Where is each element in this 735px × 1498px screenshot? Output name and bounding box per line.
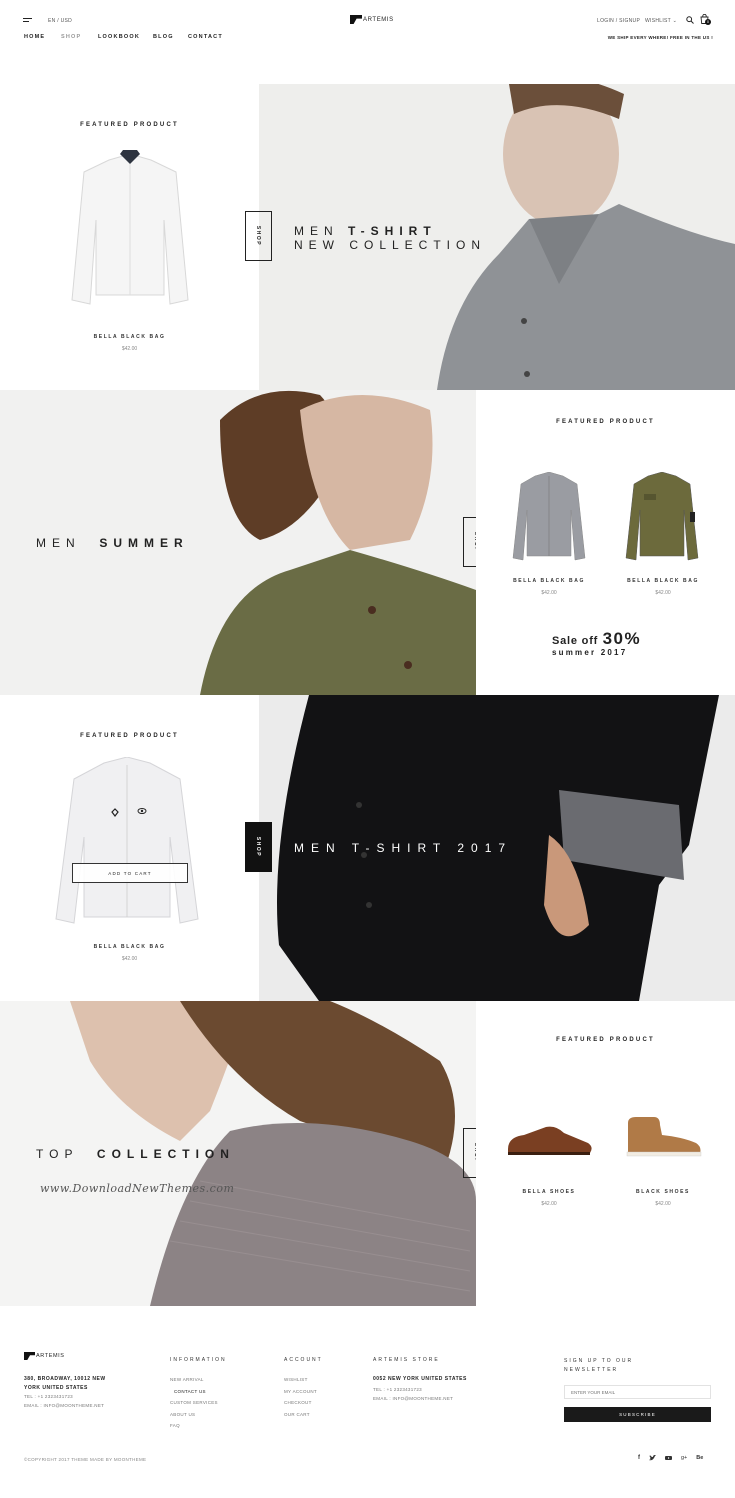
footer-store-address: 0052 NEW YORK UNITED STATES xyxy=(373,1376,467,1382)
section-featured-4: FEATURED PRODUCT BELLA SHOES $42.00 BLAC… xyxy=(476,1001,735,1306)
facebook-icon[interactable]: f xyxy=(638,1455,640,1461)
shop-button[interactable]: SHOP xyxy=(245,822,272,872)
sale-banner[interactable]: Sale off 30% xyxy=(552,629,641,649)
patterned-shirt-image[interactable] xyxy=(52,757,202,927)
brown-shoe-image[interactable] xyxy=(504,1119,594,1159)
footer-account-list: WISHLIST MY ACCOUNT CHECKOUT OUR CART xyxy=(284,1374,317,1420)
nav-contact[interactable]: CONTACT xyxy=(188,34,223,40)
product-price: $42.00 xyxy=(655,590,671,596)
hero-title: MEN T-SHIRT xyxy=(294,224,437,238)
login-link[interactable]: LOGIN / SIGNUP xyxy=(597,18,640,24)
nav-home[interactable]: HOME xyxy=(24,34,61,40)
hero-title-collection: TOP COLLECTION xyxy=(36,1147,235,1161)
behance-icon[interactable]: Be xyxy=(696,1455,703,1461)
section-featured-1: FEATURED PRODUCT BELLA BLACK BAG $42.00 xyxy=(0,84,259,390)
product-name[interactable]: BELLA BLACK BAG xyxy=(605,578,721,584)
footer-link[interactable]: OUR CART xyxy=(284,1409,317,1421)
product-price: $42.00 xyxy=(121,346,138,352)
lang-currency-selector[interactable]: EN / USD xyxy=(48,18,72,24)
cart-button[interactable]: 0 xyxy=(700,14,712,26)
copyright: ©COPYRIGHT 2017 THEME MADE BY MOONTHEME xyxy=(24,1457,147,1462)
featured-label: FEATURED PRODUCT xyxy=(556,1037,655,1043)
brand-logo[interactable]: ARTEMIS xyxy=(350,15,394,24)
product-name[interactable]: BELLA SHOES xyxy=(491,1189,607,1195)
search-icon[interactable] xyxy=(686,16,694,24)
nav-lookbook[interactable]: LOOKBOOK xyxy=(98,34,153,40)
product-name[interactable]: BLACK SHOES xyxy=(605,1189,721,1195)
footer-link[interactable]: CHECKOUT xyxy=(284,1397,317,1409)
featured-label: FEATURED PRODUCT xyxy=(80,122,179,128)
main-nav: HOME SHOP LOOKBOOK BLOG CONTACT xyxy=(24,34,223,40)
cart-count-badge: 0 xyxy=(705,19,711,25)
subscribe-button[interactable]: SUBSCRIBE xyxy=(564,1407,711,1422)
shop-button[interactable]: SHOP xyxy=(245,211,272,261)
white-shirt-image[interactable] xyxy=(64,150,196,310)
section-featured-2: FEATURED PRODUCT BELLA BLACK BAG $42.00 … xyxy=(476,390,735,695)
footer-information-list: NEW ARRIVAL CONTACT US CUSTOM SERVICES A… xyxy=(170,1374,218,1432)
footer-logo[interactable]: ARTEMIS xyxy=(24,1352,65,1360)
footer-link[interactable]: FAQ xyxy=(170,1420,218,1432)
product-name[interactable]: BELLA BLACK BAG xyxy=(0,334,259,340)
logo-mark-icon xyxy=(24,1352,35,1360)
tan-boot-image[interactable] xyxy=(622,1113,704,1161)
nav-shop[interactable]: SHOP xyxy=(61,34,98,40)
social-links: f g+ Be xyxy=(638,1455,703,1461)
menu-icon[interactable] xyxy=(23,18,32,24)
footer-link[interactable]: ABOUT US xyxy=(170,1409,218,1421)
footer-link[interactable]: WISHLIST xyxy=(284,1374,317,1386)
featured-label: FEATURED PRODUCT xyxy=(80,733,179,739)
add-to-cart-button[interactable]: ADD TO CART xyxy=(72,863,188,883)
wishlist-link[interactable]: WISHLIST ⌄ xyxy=(645,18,677,24)
footer-link[interactable]: CUSTOM SERVICES xyxy=(170,1397,218,1409)
shipping-note: WE SHIP EVERY WHERE! FREE IN THE US ! xyxy=(607,35,713,40)
footer-information-heading: INFORMATION xyxy=(170,1357,227,1363)
product-price: $42.00 xyxy=(541,1201,557,1207)
youtube-icon[interactable] xyxy=(665,1455,672,1461)
footer-store-email[interactable]: EMAIL : INFO@MOONTHEME.NET xyxy=(373,1393,453,1405)
twitter-icon[interactable] xyxy=(649,1455,656,1461)
newsletter-email-input[interactable] xyxy=(564,1385,711,1399)
product-price: $42.00 xyxy=(541,590,557,596)
product-name[interactable]: BELLA BLACK BAG xyxy=(0,944,259,950)
product-name[interactable]: BELLA BLACK BAG xyxy=(491,578,607,584)
gray-shirt-image[interactable] xyxy=(511,472,587,562)
watermark-text: www.DownloadNewThemes.com xyxy=(40,1182,235,1195)
footer-link[interactable]: CONTACT US xyxy=(174,1386,218,1398)
hero-title-summer: MEN SUMMER xyxy=(36,536,189,550)
footer-store-heading: ARTEMIS STORE xyxy=(373,1357,440,1363)
chevron-down-icon: ⌄ xyxy=(672,18,678,24)
logo-mark-icon xyxy=(350,15,362,24)
footer-account-heading: ACCOUNT xyxy=(284,1357,323,1363)
footer-link[interactable]: MY ACCOUNT xyxy=(284,1386,317,1398)
hero-title-2017: MEN T-SHIRT 2017 xyxy=(294,841,513,855)
footer-link[interactable]: NEW ARRIVAL xyxy=(170,1374,218,1386)
section-featured-3: FEATURED PRODUCT ADD TO CART BELLA BLACK… xyxy=(0,695,259,1001)
product-price: $42.00 xyxy=(121,956,138,962)
google-plus-icon[interactable]: g+ xyxy=(681,1455,687,1461)
sale-subtitle: summer 2017 xyxy=(552,648,628,657)
nav-blog[interactable]: BLOG xyxy=(153,34,188,40)
green-shirt-image[interactable] xyxy=(624,472,700,562)
hero-subtitle: NEW COLLECTION xyxy=(294,238,487,252)
featured-label: FEATURED PRODUCT xyxy=(556,419,655,425)
product-price: $42.00 xyxy=(655,1201,671,1207)
footer-email[interactable]: EMAIL : INFO@MOONTHEME.NET xyxy=(24,1400,104,1412)
newsletter-heading: SIGN UP TO OUR NEWSLETTER xyxy=(564,1358,634,1373)
